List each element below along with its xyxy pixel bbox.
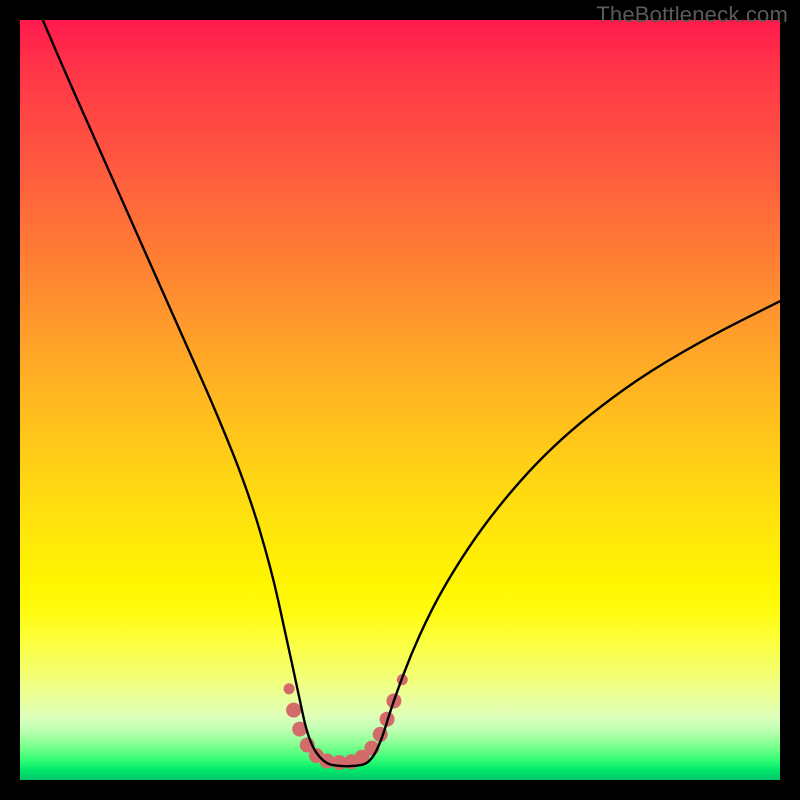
chart-frame: TheBottleneck.com	[0, 0, 800, 800]
attribution-text: TheBottleneck.com	[596, 2, 788, 28]
bottleneck-curve	[43, 20, 780, 766]
trough-marker	[286, 703, 301, 718]
trough-marker	[284, 683, 295, 694]
trough-markers	[284, 674, 408, 770]
plot-area	[20, 20, 780, 780]
curve-layer	[20, 20, 780, 780]
